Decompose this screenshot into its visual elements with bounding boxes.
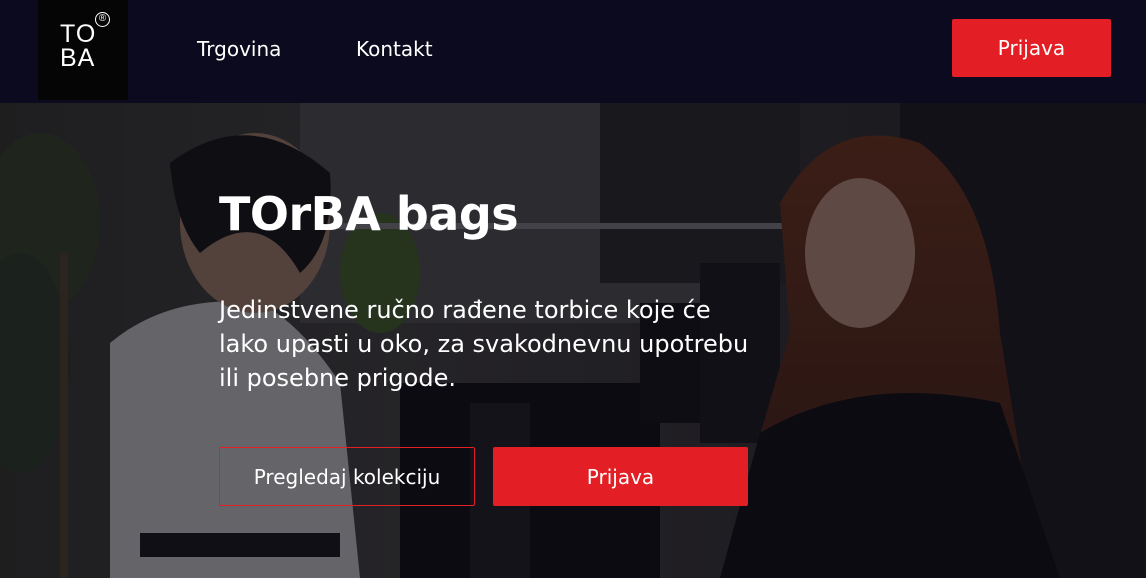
- nav-login-button[interactable]: Prijava: [952, 19, 1111, 77]
- brand-logo[interactable]: TO BA ®: [38, 0, 128, 100]
- hero-section: TOrBA bags Jedinstvene ručno rađene torb…: [0, 103, 1146, 578]
- registered-mark-icon: ®: [95, 12, 110, 27]
- logo-wordmark: TO BA: [60, 20, 97, 72]
- hero-title: TOrBA bags: [219, 187, 519, 241]
- nav-link-trgovina[interactable]: Trgovina: [197, 37, 281, 61]
- hero-login-button[interactable]: Prijava: [493, 447, 748, 506]
- hero-description: Jedinstvene ručno rađene torbice koje će…: [219, 296, 749, 392]
- nav-link-kontakt[interactable]: Kontakt: [356, 37, 433, 61]
- top-navbar: TO BA ® Trgovina Kontakt Prijava: [0, 0, 1146, 103]
- browse-collection-button[interactable]: Pregledaj kolekciju: [219, 447, 475, 506]
